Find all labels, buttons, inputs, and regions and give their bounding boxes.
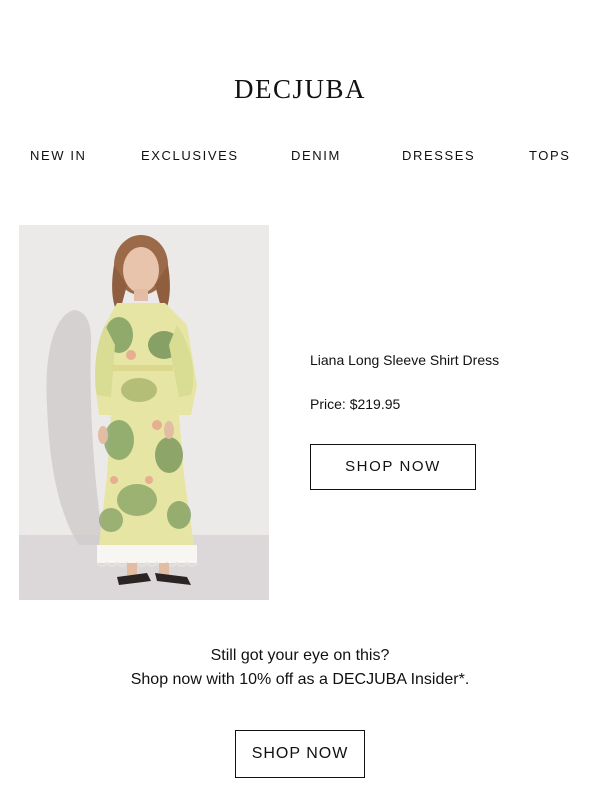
product-price: Price: $219.95 [310,396,400,412]
promo-subline: Shop now with 10% off as a DECJUBA Insid… [130,671,470,688]
nav-item-dresses[interactable]: DRESSES [402,148,475,163]
product-image[interactable] [19,225,269,600]
product-photo-illustration [19,225,269,600]
nav-item-denim[interactable]: DENIM [291,148,341,163]
promo-shop-now-button[interactable]: SHOP NOW [235,730,365,778]
brand-logo[interactable]: DECJUBA [0,74,600,105]
product-shop-now-button[interactable]: SHOP NOW [310,444,476,490]
nav-item-tops[interactable]: TOPS [529,148,571,163]
main-nav: NEW IN EXCLUSIVES DENIM DRESSES TOPS [0,148,600,166]
price-label: Price: [310,396,346,412]
nav-item-new-in[interactable]: NEW IN [30,148,87,163]
nav-item-exclusives[interactable]: EXCLUSIVES [141,148,239,163]
promo-headline: Still got your eye on this? [210,647,390,664]
price-value: $219.95 [349,396,401,412]
product-name[interactable]: Liana Long Sleeve Shirt Dress [310,352,499,368]
